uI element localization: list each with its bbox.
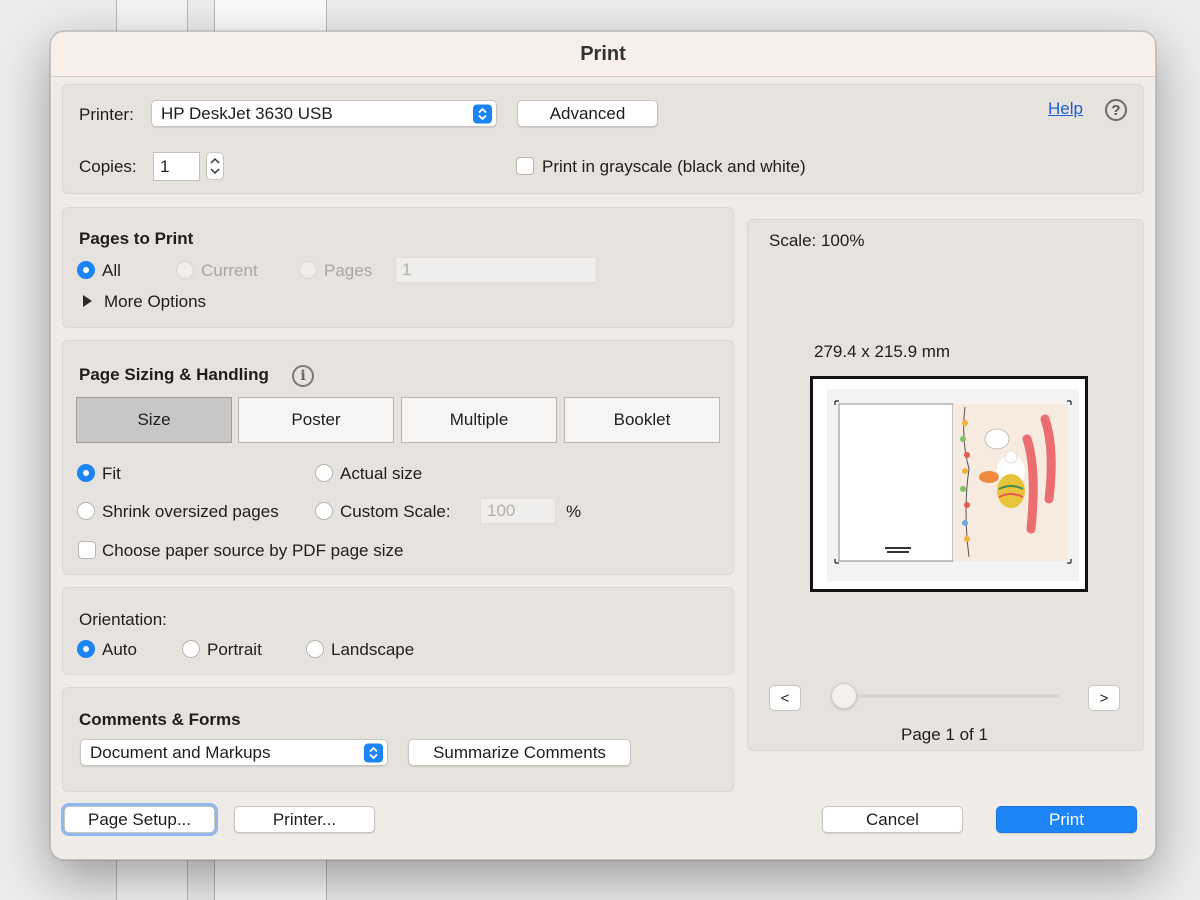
question-circle-icon[interactable]: ? xyxy=(1105,99,1127,121)
printer-select-value: HP DeskJet 3630 USB xyxy=(161,103,333,123)
pages-all-radio[interactable] xyxy=(77,261,95,279)
page-sizing-title: Page Sizing & Handling xyxy=(79,365,269,384)
tab-size[interactable]: Size xyxy=(76,397,232,443)
comments-forms-title: Comments & Forms xyxy=(79,710,241,729)
paper-dimensions: 279.4 x 215.9 mm xyxy=(814,342,951,361)
pages-current-radio[interactable] xyxy=(176,261,194,279)
copies-stepper[interactable] xyxy=(206,152,224,180)
orientation-landscape-label: Landscape xyxy=(331,640,415,659)
printer-button[interactable]: Printer... xyxy=(234,806,375,833)
up-down-arrows-icon xyxy=(364,743,383,762)
page-indicator: Page 1 of 1 xyxy=(901,725,988,744)
copies-label: Copies: xyxy=(79,157,137,176)
orientation-auto-radio[interactable] xyxy=(77,640,95,658)
page-slider-thumb[interactable] xyxy=(831,683,857,709)
tab-booklet[interactable]: Booklet xyxy=(564,397,720,443)
comments-forms-select-value: Document and Markups xyxy=(90,742,271,762)
disclosure-triangle-icon[interactable] xyxy=(83,295,92,307)
custom-scale-label: Custom Scale: xyxy=(340,502,451,521)
tab-poster[interactable]: Poster xyxy=(238,397,394,443)
grayscale-label: Print in grayscale (black and white) xyxy=(542,157,806,176)
orientation-portrait-radio[interactable] xyxy=(182,640,200,658)
fit-radio[interactable] xyxy=(77,464,95,482)
shrink-oversized-radio[interactable] xyxy=(77,502,95,520)
print-button[interactable]: Print xyxy=(996,806,1137,833)
cancel-button[interactable]: Cancel xyxy=(822,806,963,833)
pages-current-label: Current xyxy=(201,261,258,280)
shrink-oversized-label: Shrink oversized pages xyxy=(102,502,279,521)
page-preview-image xyxy=(827,389,1079,581)
orientation-panel xyxy=(62,587,734,675)
orientation-auto-label: Auto xyxy=(102,640,137,659)
scale-label: Scale: 100% xyxy=(769,231,865,250)
orientation-portrait-label: Portrait xyxy=(207,640,262,659)
custom-scale-radio[interactable] xyxy=(315,502,333,520)
actual-size-label: Actual size xyxy=(340,464,423,483)
summarize-comments-button[interactable]: Summarize Comments xyxy=(408,739,631,766)
actual-size-radio[interactable] xyxy=(315,464,333,482)
page-setup-button[interactable]: Page Setup... xyxy=(64,806,215,833)
help-link[interactable]: Help xyxy=(1048,99,1083,119)
copies-input[interactable]: 1 xyxy=(153,152,200,181)
pages-to-print-title: Pages to Print xyxy=(79,229,194,248)
orientation-landscape-radio[interactable] xyxy=(306,640,324,658)
printer-select[interactable]: HP DeskJet 3630 USB xyxy=(151,100,497,127)
printer-label: Printer: xyxy=(79,105,134,124)
info-icon[interactable]: i xyxy=(292,365,314,387)
stepper-arrows-icon xyxy=(210,157,220,175)
previous-page-button[interactable]: < xyxy=(769,685,801,711)
pages-range-label: Pages xyxy=(324,261,373,280)
percent-label: % xyxy=(566,502,582,521)
next-page-button[interactable]: > xyxy=(1088,685,1120,711)
page-slider-track[interactable] xyxy=(843,694,1059,698)
orientation-label: Orientation: xyxy=(79,610,167,629)
tab-multiple[interactable]: Multiple xyxy=(401,397,557,443)
help-link-text[interactable]: Help xyxy=(1048,99,1083,118)
pages-range-input[interactable]: 1 xyxy=(395,257,597,283)
paper-source-label: Choose paper source by PDF page size xyxy=(102,541,404,560)
comments-forms-select[interactable]: Document and Markups xyxy=(80,739,388,766)
page-preview xyxy=(810,376,1088,592)
custom-scale-input[interactable]: 100 xyxy=(480,498,556,524)
grayscale-checkbox[interactable] xyxy=(516,157,534,175)
up-down-arrows-icon xyxy=(473,104,492,123)
paper-source-checkbox[interactable] xyxy=(78,541,96,559)
dialog-title: Print xyxy=(51,32,1155,77)
advanced-button[interactable]: Advanced xyxy=(517,100,658,127)
pages-range-radio[interactable] xyxy=(299,261,317,279)
pages-all-label: All xyxy=(102,261,121,280)
more-options-toggle[interactable]: More Options xyxy=(104,292,206,312)
fit-label: Fit xyxy=(102,464,121,483)
